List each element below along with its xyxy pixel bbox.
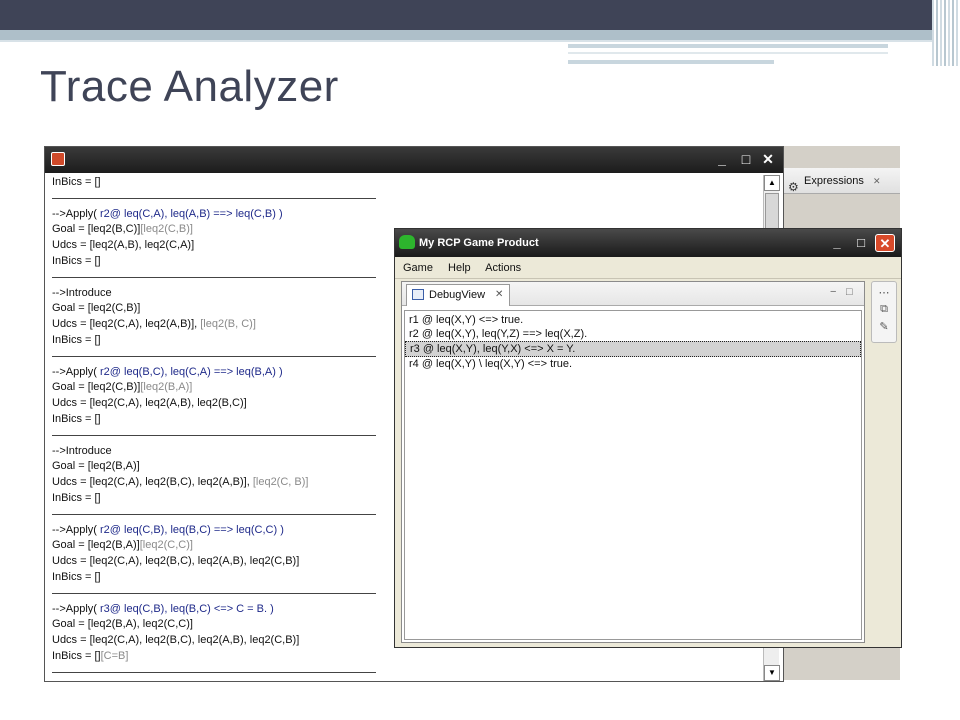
rule-item[interactable]: r4 @ leq(X,Y) \ leq(X,Y) <=> true. [405, 357, 861, 371]
trace-separator [52, 191, 376, 199]
minimize-button[interactable]: _ [827, 234, 847, 252]
trace-text: [C=B] [100, 649, 129, 662]
trace-text: InBics = [] [52, 412, 101, 425]
trace-text: Goal = [leq2(B,C)] [52, 223, 141, 236]
trace-text: Udcs = [leq2(C,A), leq2(B,C), leq2(A,B)]… [52, 476, 253, 489]
restore-icon[interactable]: ⧉ [872, 303, 896, 316]
trace-line: -->Apply( r2@ leq(C,A), leq(A,B) ==> leq… [49, 207, 763, 223]
menu-game[interactable]: Game [403, 262, 433, 274]
trace-window-titlebar[interactable]: _ □ ✕ [45, 147, 783, 173]
trace-text: Udcs = [leq2(C,A), leq2(A,B), leq2(B,C)] [52, 397, 247, 410]
tab-expressions-label: Expressions [804, 175, 864, 187]
scroll-up-arrow-icon[interactable]: ▲ [764, 175, 780, 191]
menu-help[interactable]: Help [448, 262, 471, 274]
trace-text: Udcs = [leq2(C,A), leq2(B,C), leq2(A,B),… [52, 634, 300, 647]
header-deco-line [568, 52, 888, 54]
trace-text: r2@ leq(C,B), leq(B,C) ==> leq(C,C) ) [100, 523, 284, 536]
trace-text: Udcs = [leq2(C,A), leq2(A,B)], [52, 318, 201, 331]
view-tabbar: DebugView ✕ − □ [402, 282, 864, 306]
rcp-window-title: My RCP Game Product [419, 237, 539, 249]
trace-text: -->Apply( [52, 523, 100, 536]
trace-separator [52, 586, 376, 594]
minimize-button[interactable]: _ [713, 151, 731, 168]
trace-text: [leq2(C, B)] [252, 476, 309, 489]
rule-list: r1 @ leq(X,Y) <=> true. r2 @ leq(X,Y), le… [404, 310, 862, 640]
trace-text: r2@ leq(B,C), leq(C,A) ==> leq(B,A) ) [100, 365, 283, 378]
view-icon [412, 289, 424, 300]
trace-text: Goal = [leq2(C,B)] [52, 381, 141, 394]
trace-separator [52, 665, 376, 673]
expressions-icon: ⚙ [788, 180, 799, 194]
trace-text: r3@ leq(C,B), leq(B,C) <=> C = B. ) [100, 602, 274, 615]
rule-item[interactable]: r2 @ leq(X,Y), leq(Y,Z) ==> leq(X,Z). [405, 327, 861, 341]
trace-separator [52, 349, 376, 357]
close-button[interactable]: ✕ [875, 234, 895, 252]
close-icon[interactable]: ✕ [495, 285, 503, 305]
trace-text: [leq2(C,C)] [139, 539, 193, 552]
tab-expressions[interactable]: ⚙ Expressions ✕ [784, 168, 900, 194]
menu-actions[interactable]: Actions [485, 262, 521, 274]
view-maximize-icon[interactable]: □ [846, 286, 853, 298]
trace-text: InBics = [] [52, 491, 101, 504]
slide-title: Trace Analyzer [40, 62, 339, 111]
scroll-down-arrow-icon[interactable]: ▼ [764, 665, 780, 681]
trace-text: -->Introduce [52, 444, 112, 457]
java-app-icon [51, 152, 65, 166]
dots-icon: ⋯ [878, 287, 890, 299]
trace-text: [leq2(B, C)] [200, 318, 256, 331]
trace-separator [52, 270, 376, 278]
trace-text: InBics = [] [52, 333, 101, 346]
side-toolbar: ⋯ ⧉ ✎ [871, 281, 897, 343]
trace-line: InBics = [] [49, 175, 763, 191]
trace-separator [52, 507, 376, 515]
trace-text: InBics = [] [52, 176, 101, 188]
trace-text: Goal = [leq2(B,A), leq2(C,C)] [52, 618, 193, 631]
trace-separator [52, 428, 376, 436]
trace-text: Goal = [leq2(C,B)] [52, 302, 141, 315]
trace-text: r2@ leq(C,A), leq(A,B) ==> leq(C,B) ) [100, 207, 283, 220]
header-stripes [932, 0, 960, 66]
rule-item[interactable]: r3 @ leq(X,Y), leq(Y,X) <=> X = Y. [405, 341, 861, 357]
header-deco-line [568, 44, 888, 48]
trace-text: InBics = [] [52, 254, 101, 267]
rcp-game-window: My RCP Game Product _ □ ✕ Game Help Acti… [394, 228, 902, 648]
trace-text: InBics = [] [52, 570, 101, 583]
trace-text: -->Apply( [52, 602, 100, 615]
view-minimize-icon[interactable]: − [830, 286, 836, 298]
trace-text: Goal = [leq2(B,A)] [52, 460, 140, 473]
close-button[interactable]: ✕ [759, 151, 777, 168]
trace-text: -->Introduce [52, 286, 112, 299]
rule-item[interactable]: r1 @ leq(X,Y) <=> true. [405, 313, 861, 327]
header-divider [0, 40, 932, 42]
tab-debugview-label: DebugView [429, 289, 486, 301]
trace-text: Udcs = [leq2(A,B), leq2(C,A)] [52, 239, 195, 252]
trace-text: -->Apply( [52, 207, 100, 220]
tab-debugview[interactable]: DebugView ✕ [406, 284, 510, 306]
trace-text: Udcs = [leq2(C,A), leq2(B,C), leq2(A,B),… [52, 555, 300, 568]
header-bar [0, 0, 932, 30]
maximize-button[interactable]: □ [851, 234, 871, 252]
rcp-window-titlebar[interactable]: My RCP Game Product _ □ ✕ [395, 229, 901, 257]
edit-icon[interactable]: ✎ [872, 320, 896, 333]
maximize-button[interactable]: □ [737, 151, 755, 168]
trace-text: [leq2(C,B)] [140, 223, 193, 236]
menu-bar: Game Help Actions [395, 257, 901, 279]
header-accent-bar [0, 30, 932, 40]
frog-icon [399, 235, 415, 249]
trace-text: -->Apply( [52, 365, 100, 378]
trace-text: [leq2(B,A)] [140, 381, 193, 394]
trace-text: InBics = [] [52, 649, 101, 662]
trace-text: Goal = [leq2(B,A)] [52, 539, 140, 552]
close-icon[interactable]: ✕ [873, 176, 881, 186]
header-deco-line [568, 60, 774, 64]
trace-line: InBics = [][C=B] [49, 649, 763, 665]
debug-view: DebugView ✕ − □ r1 @ leq(X,Y) <=> true. r… [401, 281, 865, 643]
